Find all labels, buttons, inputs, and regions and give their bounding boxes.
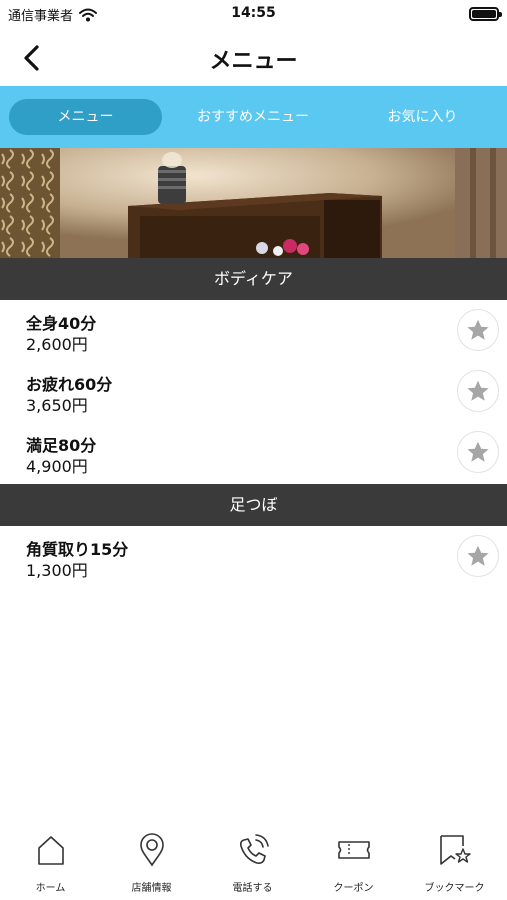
tabbar-coupon-label: クーポン [333, 883, 374, 894]
menu-item[interactable]: お疲れ60分 3,650円 [0, 361, 507, 422]
tabbar-home-label: ホーム [35, 883, 66, 894]
status-time: 14:55 [231, 5, 276, 21]
tab-recommended[interactable]: おすすめメニュー [178, 99, 328, 135]
star-icon [467, 380, 489, 401]
tabbar-store-info[interactable]: 店舗情報 [101, 832, 202, 896]
favorite-button[interactable] [457, 535, 499, 577]
menu-item[interactable]: 満足80分 4,900円 [0, 422, 507, 483]
bottom-tab-bar: ホーム 店舗情報 電話する クーポン ブックマーク [0, 826, 507, 900]
battery-icon [469, 7, 502, 21]
hero-image [0, 148, 507, 258]
ticket-icon [337, 841, 370, 859]
menu-item[interactable]: 全身40分 2,600円 [0, 300, 507, 361]
menu-item-price: 2,600円 [26, 335, 88, 354]
menu-item-price: 4,900円 [26, 457, 88, 476]
favorite-button[interactable] [457, 309, 499, 351]
tabbar-coupon[interactable]: クーポン [303, 832, 404, 896]
tabbar-bookmark[interactable]: ブックマーク [404, 832, 505, 896]
menu-item[interactable]: 角質取り15分 1,300円 [0, 526, 507, 587]
tabbar-home[interactable]: ホーム [0, 832, 101, 896]
menu-item-price: 3,650円 [26, 396, 88, 415]
star-icon [467, 319, 489, 340]
tabbar-bookmark-label: ブックマーク [424, 883, 485, 894]
phone-icon [239, 834, 269, 864]
home-icon [37, 836, 64, 865]
tabbar-store-info-label: 店舗情報 [131, 883, 172, 894]
menu-tab-strip: メニュー おすすめメニュー お気に入り [0, 86, 507, 148]
star-icon [467, 545, 489, 566]
status-bar: 通信事業者 14:55 [0, 0, 507, 30]
menu-item-price: 1,300円 [26, 561, 88, 580]
tab-menu[interactable]: メニュー [9, 99, 162, 135]
page-title: メニュー [209, 49, 298, 74]
section-header-foot-reflexology: 足つぼ [0, 484, 507, 526]
star-icon [467, 441, 489, 462]
section-header-body-care: ボディケア [0, 258, 507, 300]
tabbar-call[interactable]: 電話する [202, 832, 303, 896]
favorite-button[interactable] [457, 370, 499, 412]
location-pin-icon [139, 833, 164, 867]
tab-favorites[interactable]: お気に入り [345, 99, 500, 135]
salon-interior-image [0, 148, 507, 258]
bookmark-star-icon [439, 835, 471, 865]
tabbar-call-label: 電話する [232, 883, 273, 894]
navigation-bar: メニュー [0, 30, 507, 86]
favorite-button[interactable] [457, 431, 499, 473]
